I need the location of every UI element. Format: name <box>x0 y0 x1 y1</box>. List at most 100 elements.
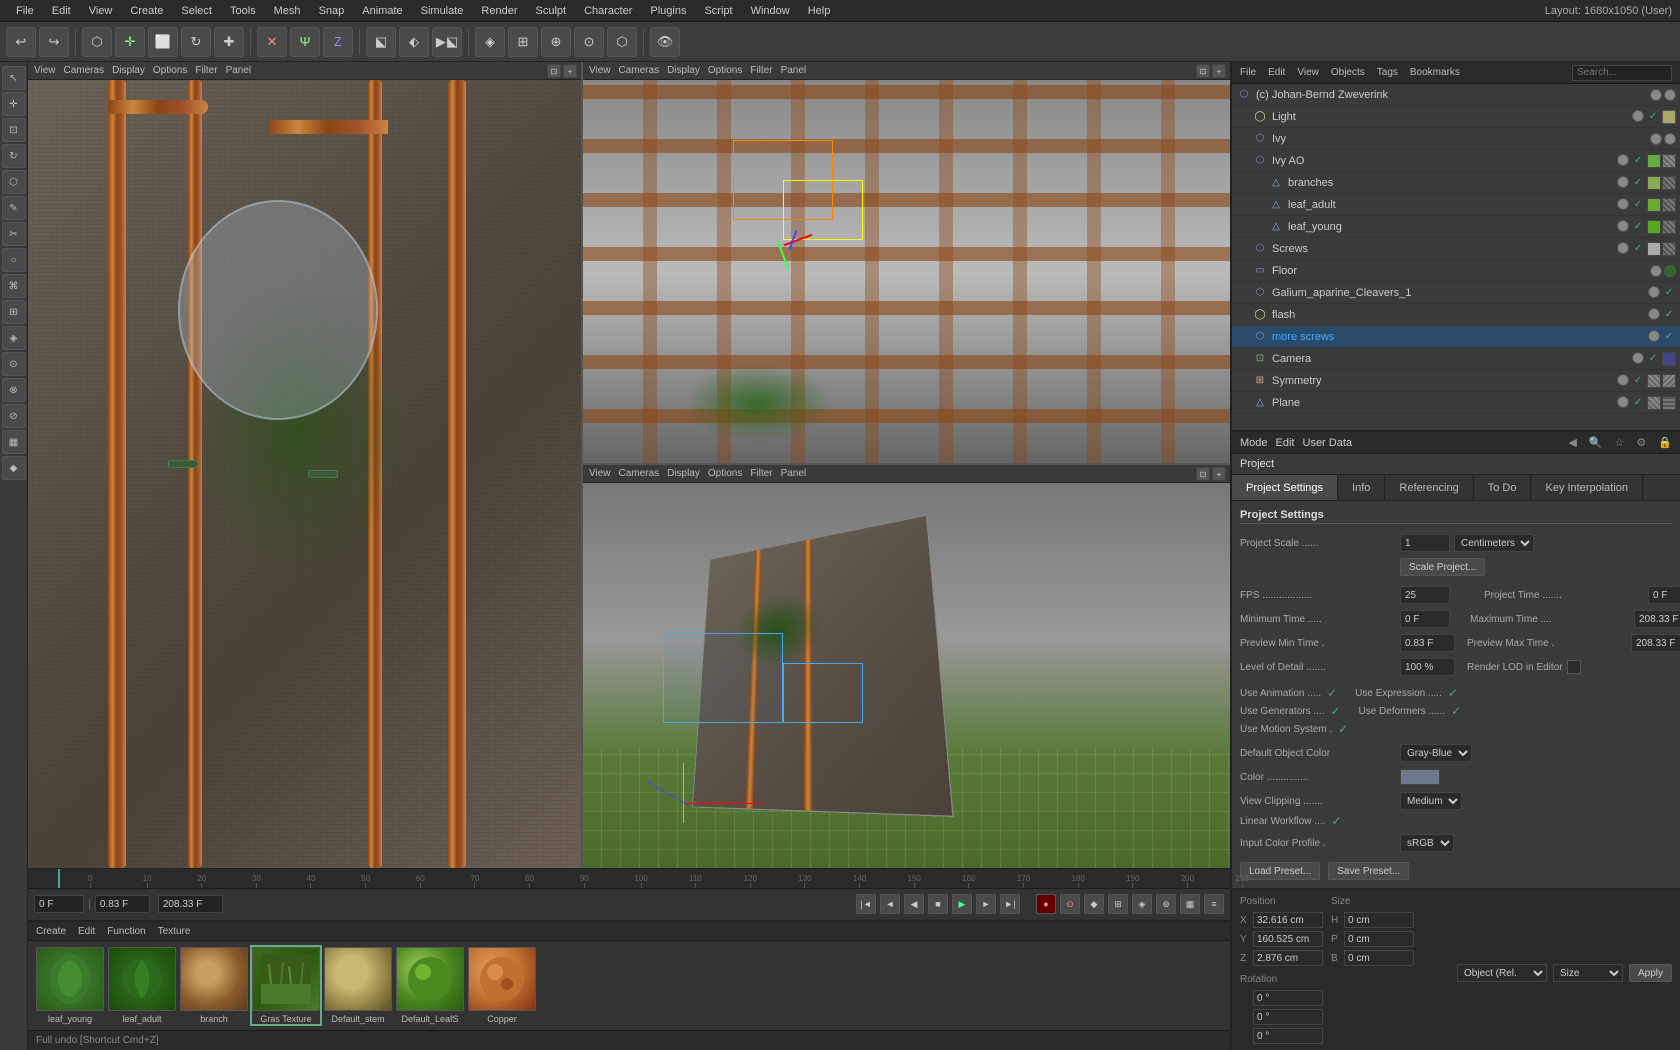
vp-tr-panel[interactable]: Panel <box>781 65 807 76</box>
rot-z-input[interactable] <box>1253 1028 1323 1044</box>
menu-select[interactable]: Select <box>173 3 220 19</box>
mat-copper[interactable]: Copper <box>468 947 536 1024</box>
menu-animate[interactable]: Animate <box>354 3 410 19</box>
attr-lock-btn[interactable]: 🔒 <box>1658 436 1672 449</box>
color-profile-select[interactable]: sRGB Linear <box>1400 834 1454 852</box>
use-expression-check[interactable]: ✓ <box>1446 686 1460 700</box>
om-row-galium[interactable]: ⬡ Galium_aparine_Cleavers_1 ✓ <box>1232 282 1680 304</box>
vp-cameras-menu[interactable]: Cameras <box>64 65 105 76</box>
mat-gras-texture[interactable]: Gras Texture <box>252 947 320 1024</box>
vp-br-settings[interactable]: + <box>1212 467 1226 481</box>
vp-br-view[interactable]: View <box>589 468 611 479</box>
schematic-btn[interactable]: ◈ <box>1132 894 1152 914</box>
tool-knife[interactable]: ✂ <box>2 222 26 246</box>
render-btn[interactable]: ⬖ <box>399 27 429 57</box>
mat-function[interactable]: Function <box>107 926 145 937</box>
display-mode-btn[interactable]: ◈ <box>475 27 505 57</box>
axis-mode-btn[interactable]: ⊞ <box>508 27 538 57</box>
attr-tab-key-interp[interactable]: Key Interpolation <box>1531 475 1643 500</box>
attr-tab-referencing[interactable]: Referencing <box>1385 475 1473 500</box>
mat-default-stem[interactable]: Default_stem <box>324 947 392 1024</box>
menu-simulate[interactable]: Simulate <box>413 3 472 19</box>
om-row-light[interactable]: ◯ Light ✓ <box>1232 106 1680 128</box>
fps-display-input[interactable] <box>95 895 150 913</box>
menu-tools[interactable]: Tools <box>222 3 264 19</box>
vp-tr-filter[interactable]: Filter <box>750 65 772 76</box>
om-row-leaf-adult[interactable]: △ leaf_adult ✓ <box>1232 194 1680 216</box>
mat-default-leafs[interactable]: Default_LeafS <box>396 947 464 1024</box>
menu-window[interactable]: Window <box>743 3 798 19</box>
pos-x-input[interactable] <box>1253 912 1323 928</box>
rotate-tool-btn[interactable]: ↻ <box>181 27 211 57</box>
save-preset-btn[interactable]: Save Preset... <box>1328 862 1409 880</box>
om-row-more-screws[interactable]: ⬡ more screws ✓ <box>1232 326 1680 348</box>
tool-move[interactable]: ✛ <box>2 92 26 116</box>
preview-min-input[interactable] <box>1400 634 1455 652</box>
menu-edit[interactable]: Edit <box>44 3 79 19</box>
vp-br-fullscreen[interactable]: ⊡ <box>1196 467 1210 481</box>
vp-br-cameras[interactable]: Cameras <box>619 468 660 479</box>
om-row-author[interactable]: ⬡ (c) Johan-Bernd Zweverink <box>1232 84 1680 106</box>
rot-y-input[interactable] <box>1253 1009 1323 1025</box>
xpresso-btn[interactable]: ⊛ <box>1156 894 1176 914</box>
coord-type-select[interactable]: Size Scale <box>1553 964 1623 982</box>
vp-br-filter[interactable]: Filter <box>750 468 772 479</box>
om-bookmarks[interactable]: Bookmarks <box>1410 67 1460 78</box>
om-edit[interactable]: Edit <box>1268 67 1285 78</box>
autokey-btn[interactable]: ⊙ <box>1060 894 1080 914</box>
size-z-input[interactable] <box>1344 950 1414 966</box>
om-row-ivy[interactable]: ⬡ Ivy <box>1232 128 1680 150</box>
lod-input[interactable] <box>1400 658 1455 676</box>
vp-tr-fullscreen[interactable]: ⊡ <box>1196 64 1210 78</box>
om-tags[interactable]: Tags <box>1377 67 1398 78</box>
redo-btn[interactable]: ↪ <box>39 27 69 57</box>
vp-tr-view[interactable]: View <box>589 65 611 76</box>
mat-branch[interactable]: branch <box>180 947 248 1024</box>
menu-view[interactable]: View <box>81 3 121 19</box>
om-row-flash[interactable]: ◯ flash ✓ <box>1232 304 1680 326</box>
vp-tr-cameras[interactable]: Cameras <box>619 65 660 76</box>
obj-color-select[interactable]: Gray-Blue Custom <box>1400 744 1472 762</box>
attr-tab-info[interactable]: Info <box>1338 475 1385 500</box>
attr-bookmark-btn[interactable]: ☆ <box>1615 436 1625 449</box>
preview-max-input[interactable] <box>1631 634 1680 652</box>
transport-play-back[interactable]: ◀ <box>904 894 924 914</box>
tool-weld[interactable]: ○ <box>2 248 26 272</box>
tool-more[interactable]: ◆ <box>2 456 26 480</box>
menu-help[interactable]: Help <box>800 3 839 19</box>
timeline-mode-btn[interactable]: ▦ <box>1180 894 1200 914</box>
load-preset-btn[interactable]: Load Preset... <box>1240 862 1320 880</box>
project-scale-unit[interactable]: Centimeters Meters Millimeters <box>1454 534 1534 552</box>
mat-leaf-young[interactable]: leaf_young <box>36 947 104 1024</box>
vp-tr-settings[interactable]: + <box>1212 64 1226 78</box>
motion-btn[interactable]: ⊞ <box>1108 894 1128 914</box>
attr-mode-btn[interactable]: Mode <box>1240 437 1268 449</box>
timeline-ruler[interactable]: 0102030405060708090100110120130140150160… <box>28 869 1230 889</box>
transport-prev-frame[interactable]: ◄ <box>880 894 900 914</box>
use-generators-check[interactable]: ✓ <box>1328 704 1342 718</box>
size-y-input[interactable] <box>1344 931 1414 947</box>
transport-stop[interactable]: ■ <box>928 894 948 914</box>
attr-tab-todo[interactable]: To Do <box>1474 475 1532 500</box>
vp-br-display[interactable]: Display <box>667 468 700 479</box>
use-motion-check[interactable]: ✓ <box>1336 722 1350 736</box>
vp-tr-display[interactable]: Display <box>667 65 700 76</box>
render-lod-check[interactable] <box>1567 660 1581 674</box>
tool-scale[interactable]: ⊡ <box>2 118 26 142</box>
move-tool-btn[interactable]: ✛ <box>115 27 145 57</box>
snap-btn[interactable]: ⊕ <box>541 27 571 57</box>
menu-snap[interactable]: Snap <box>311 3 353 19</box>
tool-matrix[interactable]: ▦ <box>2 430 26 454</box>
use-animation-check[interactable]: ✓ <box>1325 686 1339 700</box>
y-axis-btn[interactable]: Ψ <box>290 27 320 57</box>
mat-leaf-adult[interactable]: leaf_adult <box>108 947 176 1024</box>
transport-go-start[interactable]: |◄ <box>856 894 876 914</box>
om-view[interactable]: View <box>1297 67 1319 78</box>
coord-mode-select[interactable]: Object (Rel. World <box>1457 964 1547 982</box>
om-row-branches[interactable]: △ branches ✓ <box>1232 172 1680 194</box>
menu-create[interactable]: Create <box>122 3 171 19</box>
linear-workflow-check[interactable]: ✓ <box>1329 814 1343 828</box>
keyframe-btn[interactable]: ◆ <box>1084 894 1104 914</box>
max-time-input[interactable] <box>1634 610 1680 628</box>
om-row-leaf-young[interactable]: △ leaf_young ✓ <box>1232 216 1680 238</box>
